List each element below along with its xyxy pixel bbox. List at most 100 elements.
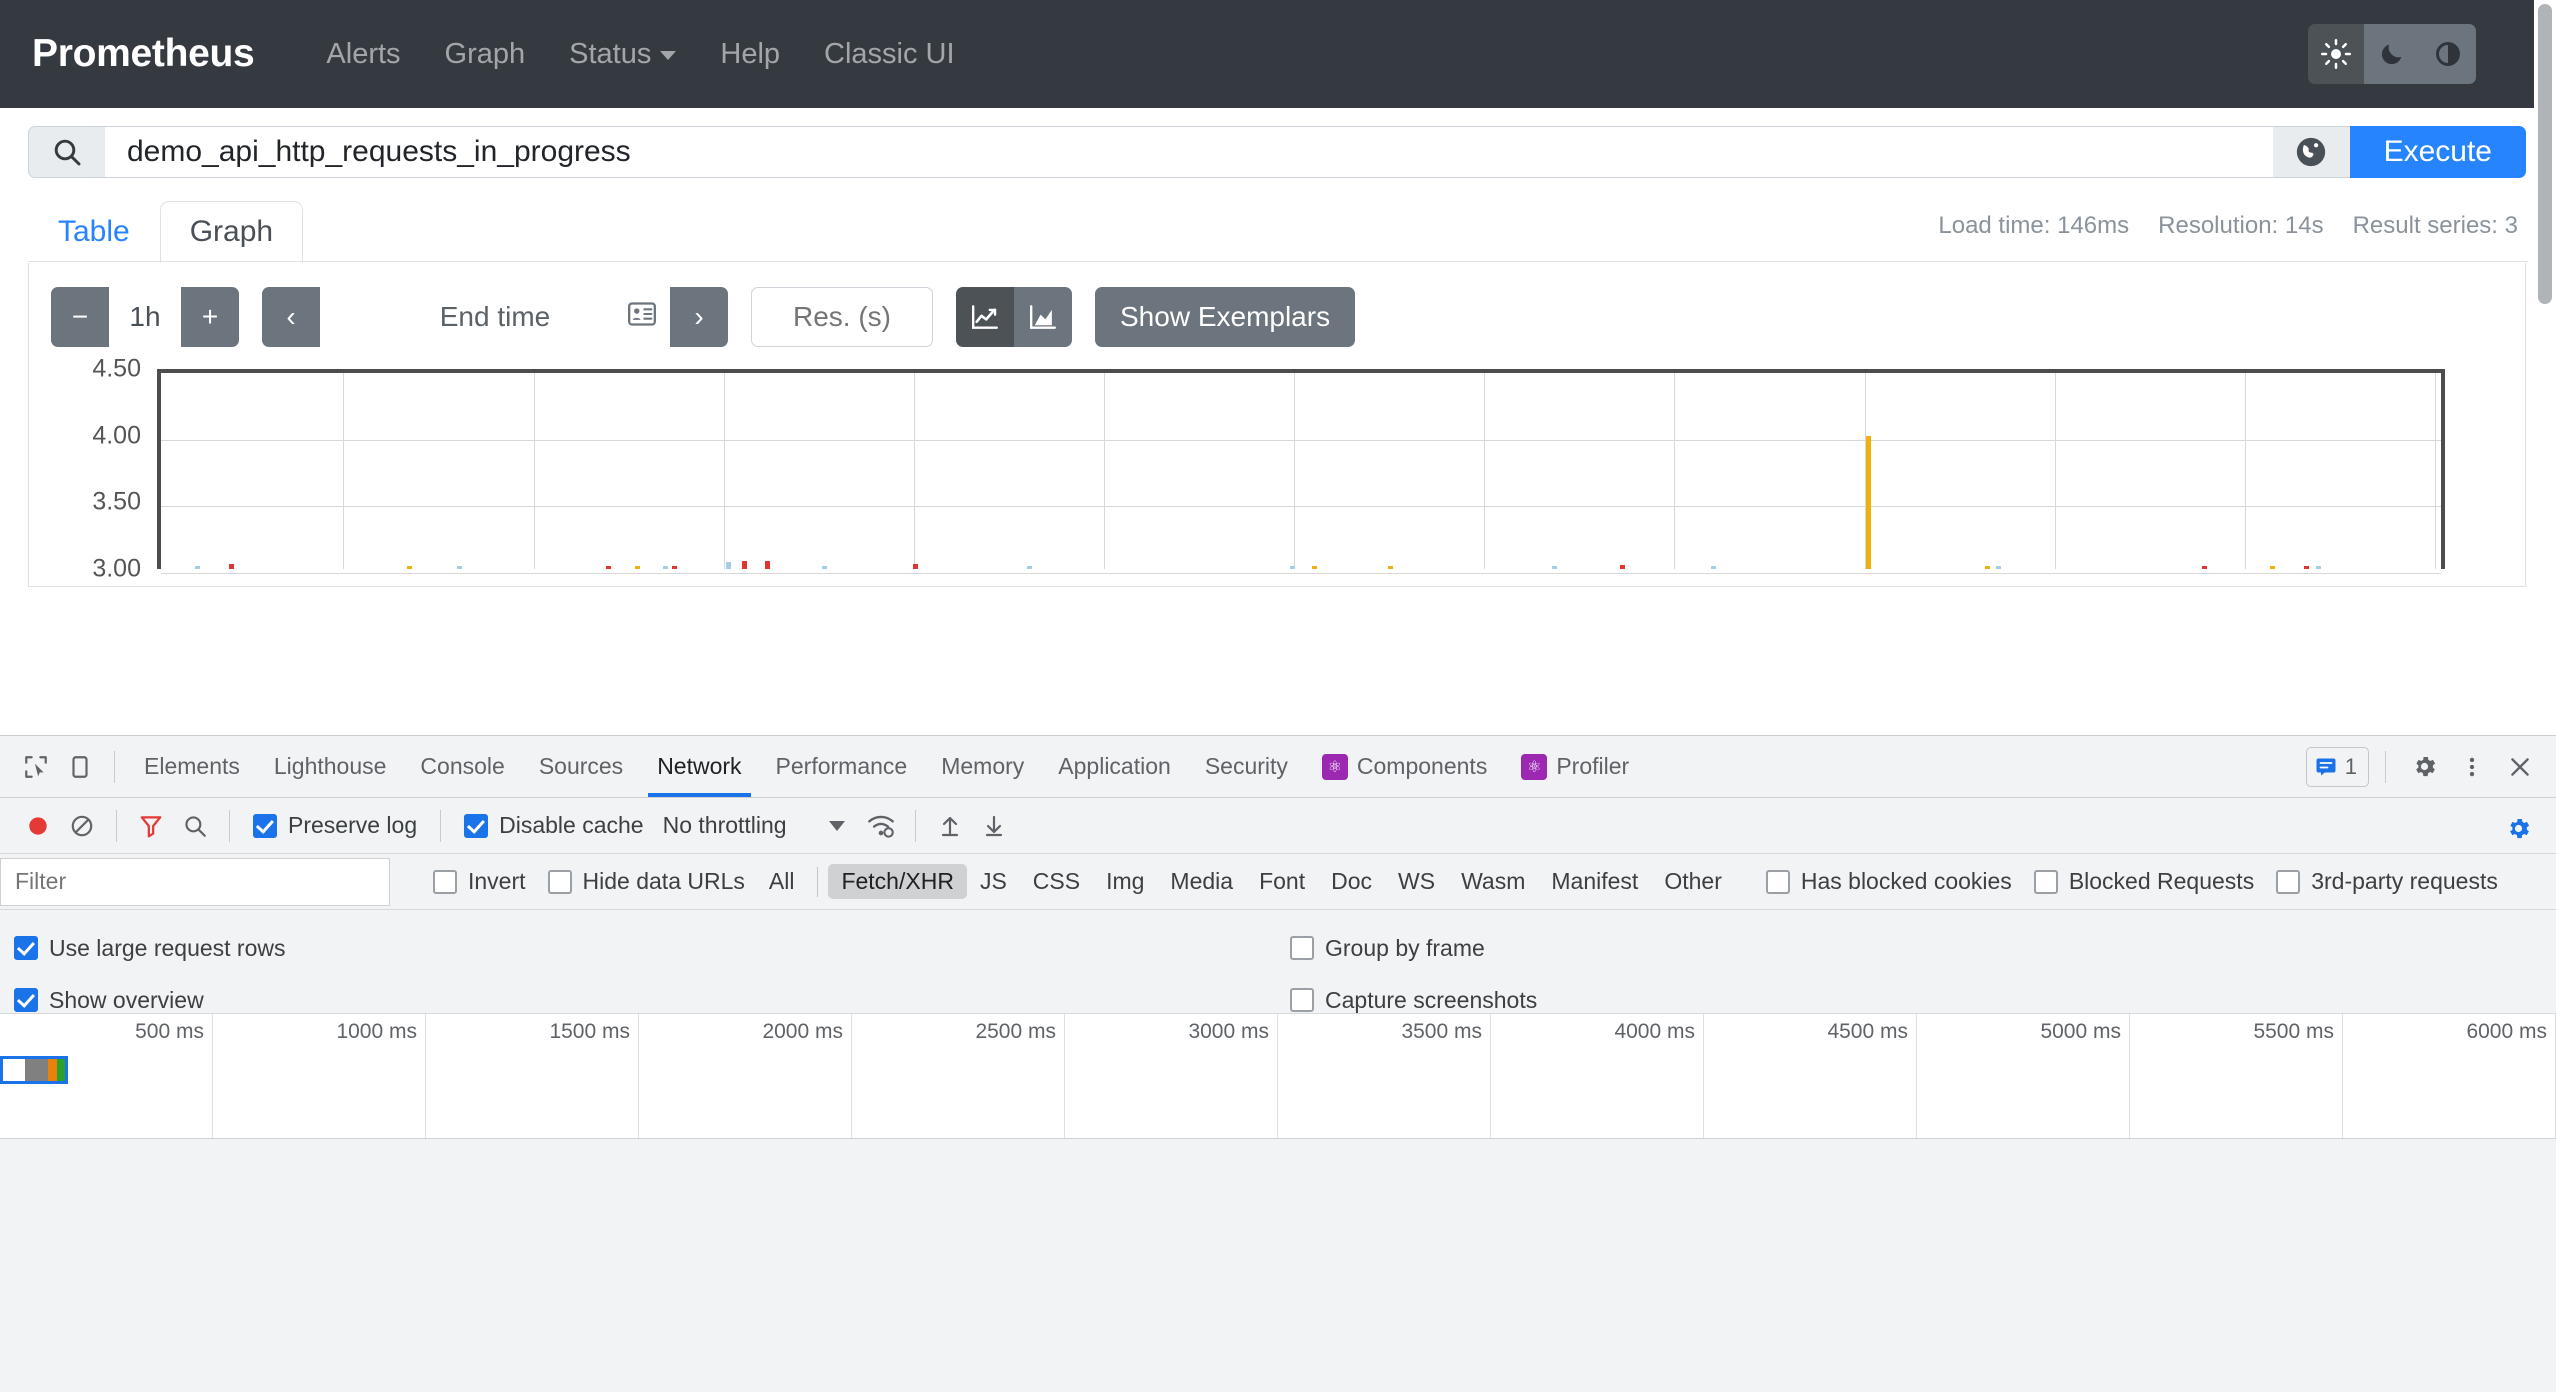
blocked-requests-checkbox[interactable]: Blocked Requests: [2023, 868, 2265, 895]
calendar-icon[interactable]: [628, 301, 656, 334]
filter-type-wasm[interactable]: Wasm: [1448, 864, 1538, 899]
overview-tick-label: 5000 ms: [2040, 1020, 2121, 1043]
end-time-input[interactable]: End time: [320, 287, 670, 347]
filter-type-img[interactable]: Img: [1093, 864, 1157, 899]
hide-data-urls-checkbox[interactable]: Hide data URLs: [537, 868, 756, 895]
devtools-tab-network[interactable]: Network: [640, 736, 758, 797]
data-point-series-red: [765, 561, 771, 569]
network-toolbar: Preserve log Disable cache No throttling: [0, 798, 2556, 854]
line-chart-button[interactable]: [956, 287, 1014, 347]
execute-button[interactable]: Execute: [2349, 126, 2526, 178]
show-exemplars-button[interactable]: Show Exemplars: [1095, 287, 1356, 347]
group-by-frame-checkbox[interactable]: Group by frame: [1290, 935, 1496, 962]
prometheus-logo[interactable]: Prometheus: [32, 32, 255, 76]
vertical-gridline: [1674, 373, 1676, 569]
more-vertical-icon: [2469, 757, 2475, 776]
light-theme-button[interactable]: [2308, 24, 2364, 84]
network-conditions-button[interactable]: [859, 804, 903, 848]
settings-row-1: Use large request rows Group by frame: [0, 922, 2556, 974]
filter-type-all[interactable]: All: [756, 864, 808, 899]
filter-type-media[interactable]: Media: [1157, 864, 1246, 899]
scrollbar-thumb[interactable]: [2538, 4, 2552, 304]
nav-link-status[interactable]: Status: [547, 28, 698, 81]
plot-area[interactable]: [157, 369, 2445, 574]
device-toolbar-button[interactable]: [58, 745, 102, 789]
range-input[interactable]: 1h: [109, 287, 181, 347]
devtools-tab-lighthouse[interactable]: Lighthouse: [257, 736, 404, 797]
use-large-request-rows-label: Use large request rows: [49, 934, 286, 961]
devtools-tab-console[interactable]: Console: [403, 736, 521, 797]
filter-type-css[interactable]: CSS: [1020, 864, 1093, 899]
time-next-button[interactable]: ›: [670, 287, 728, 347]
search-button[interactable]: [173, 804, 217, 848]
query-input[interactable]: [105, 126, 2273, 178]
clear-button[interactable]: [60, 804, 104, 848]
nav-link-alerts[interactable]: Alerts: [304, 28, 422, 81]
devtools-tab-performance[interactable]: Performance: [759, 736, 925, 797]
filter-type-other[interactable]: Other: [1651, 864, 1735, 899]
data-point-series-blue: [457, 566, 463, 569]
export-har-button[interactable]: [972, 804, 1016, 848]
graph-panel: − 1h + ‹ End time › Res. (s) Show Exempl…: [28, 263, 2526, 587]
network-overview-timeline[interactable]: 6000 ms 5500 ms 5000 ms 4500 ms 4000 ms 3500 …: [0, 1014, 2556, 1139]
dark-theme-button[interactable]: [2364, 24, 2420, 84]
y-axis-tick-1: 4.00: [92, 421, 141, 450]
checkbox-box: [433, 869, 457, 894]
message-icon: [2316, 758, 2336, 775]
devtools-tab-profiler[interactable]: ⚛ Profiler: [1504, 736, 1646, 797]
devtools-settings-button[interactable]: [2402, 745, 2446, 789]
metric-explorer-button[interactable]: [2272, 126, 2350, 178]
nav-link-classic-ui[interactable]: Classic UI: [802, 28, 977, 81]
data-point-series-red: [2304, 566, 2310, 569]
checkbox-box: [1290, 988, 1314, 1012]
has-blocked-cookies-checkbox[interactable]: Has blocked cookies: [1755, 868, 2023, 895]
horizontal-gridline: [161, 439, 2441, 441]
tab-table[interactable]: Table: [28, 201, 160, 263]
inspect-element-button[interactable]: [14, 745, 58, 789]
range-decrease-button[interactable]: −: [51, 287, 109, 347]
devtools-tab-application[interactable]: Application: [1041, 736, 1188, 797]
page-scrollbar[interactable]: [2534, 0, 2556, 735]
filter-type-manifest[interactable]: Manifest: [1538, 864, 1651, 899]
range-increase-button[interactable]: +: [181, 287, 239, 347]
import-har-button[interactable]: [928, 804, 972, 848]
overview-request-bar[interactable]: [0, 1056, 68, 1084]
devtools-tab-sources[interactable]: Sources: [522, 736, 640, 797]
throttling-select[interactable]: No throttling: [655, 812, 845, 839]
network-settings-button[interactable]: [2496, 806, 2540, 850]
filter-type-fetch-xhr[interactable]: Fetch/XHR: [828, 864, 967, 899]
nav-link-graph[interactable]: Graph: [423, 28, 548, 81]
filter-type-doc[interactable]: Doc: [1318, 864, 1385, 899]
use-large-request-rows-checkbox[interactable]: Use large request rows: [14, 935, 297, 962]
area-chart-button[interactable]: [1014, 287, 1072, 347]
devtools-close-button[interactable]: [2498, 745, 2542, 789]
show-overview-checkbox[interactable]: Show overview: [14, 987, 215, 1014]
search-icon: [54, 139, 81, 166]
overview-tick-label: 3500 ms: [1401, 1020, 1482, 1043]
nav-link-help[interactable]: Help: [698, 28, 802, 81]
invert-checkbox[interactable]: Invert: [422, 868, 537, 895]
devtools-tab-components[interactable]: ⚛ Components: [1305, 736, 1504, 797]
capture-screenshots-checkbox[interactable]: Capture screenshots: [1290, 987, 1548, 1014]
vertical-gridline: [723, 373, 725, 569]
third-party-requests-checkbox[interactable]: 3rd-party requests: [2265, 868, 2509, 895]
resolution-input[interactable]: [751, 287, 933, 347]
filter-type-font[interactable]: Font: [1246, 864, 1318, 899]
filter-type-js[interactable]: JS: [967, 864, 1020, 899]
record-button[interactable]: [16, 804, 60, 848]
tab-graph[interactable]: Graph: [159, 201, 304, 263]
devtools-tab-elements[interactable]: Elements: [127, 736, 257, 797]
filter-input[interactable]: [0, 857, 390, 906]
devtools-tab-memory[interactable]: Memory: [924, 736, 1041, 797]
devtools-more-button[interactable]: [2450, 745, 2494, 789]
filter-toggle-button[interactable]: [129, 804, 173, 848]
preserve-log-checkbox[interactable]: Preserve log: [242, 812, 428, 839]
data-point-series-red: [913, 563, 919, 569]
overview-tick-label: 4000 ms: [1614, 1020, 1695, 1043]
devtools-tab-security[interactable]: Security: [1188, 736, 1305, 797]
disable-cache-checkbox[interactable]: Disable cache: [453, 812, 654, 839]
time-prev-button[interactable]: ‹: [262, 287, 320, 347]
filter-type-ws[interactable]: WS: [1385, 864, 1448, 899]
auto-theme-button[interactable]: [2420, 24, 2476, 84]
console-message-badge[interactable]: 1: [2305, 746, 2369, 787]
